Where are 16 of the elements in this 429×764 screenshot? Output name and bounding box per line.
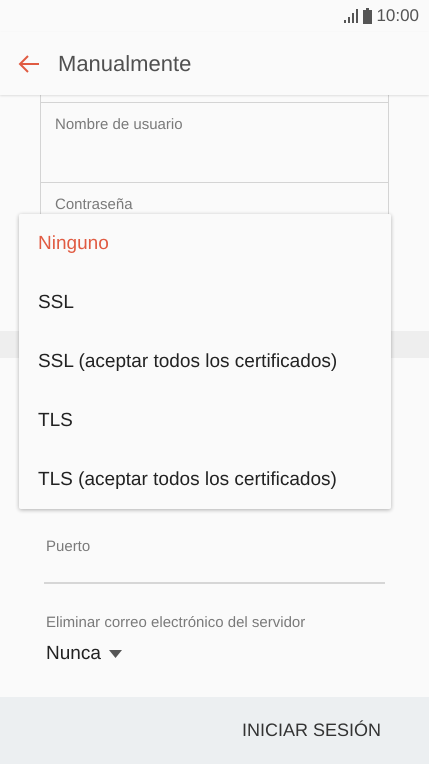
- sign-in-button[interactable]: INICIAR SESIÓN: [230, 714, 393, 747]
- input-field[interactable]: Nombre de usuario: [41, 103, 388, 183]
- menu-option[interactable]: Ninguno: [19, 214, 391, 273]
- menu-option[interactable]: SSL: [19, 273, 391, 332]
- signal-icon: [343, 9, 360, 23]
- setting-label: Eliminar correo electrónico del servidor: [46, 614, 306, 631]
- menu-option[interactable]: TLS: [19, 391, 391, 450]
- delete-setting-dropdown[interactable]: Nunca: [46, 643, 122, 665]
- clock-time: 10:00: [376, 6, 419, 26]
- port-field[interactable]: Puerto: [44, 538, 385, 584]
- menu-option[interactable]: TLS (aceptar todos los certificados): [19, 450, 391, 509]
- battery-icon: [363, 8, 372, 24]
- caret-icon: [108, 650, 122, 658]
- menu-option[interactable]: SSL (aceptar todos los certificados): [19, 332, 391, 391]
- screen-title: Manualmente: [58, 50, 192, 76]
- back-button[interactable]: [18, 52, 40, 74]
